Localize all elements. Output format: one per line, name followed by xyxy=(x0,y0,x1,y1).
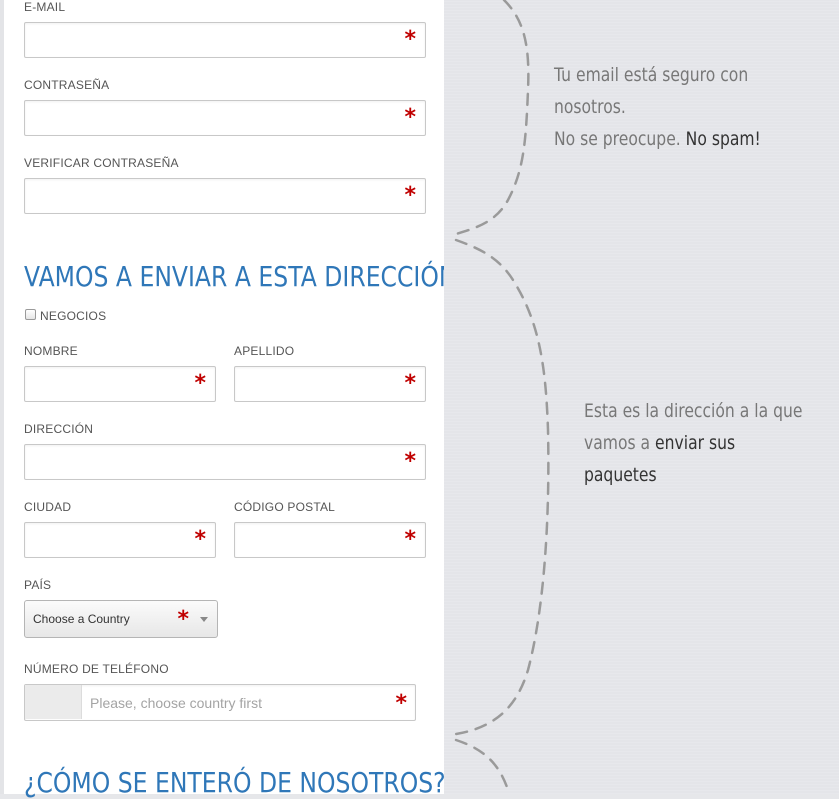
country-select-value: Choose a Country xyxy=(33,612,130,626)
country-flag-selector[interactable] xyxy=(25,685,82,719)
registration-form-panel: E-MAIL * CONTRASEÑA * VERIFICAR CONTRASE… xyxy=(4,0,456,799)
city-label: CIUDAD xyxy=(24,500,72,514)
first-name-label: NOMBRE xyxy=(24,344,78,358)
required-asterisk: * xyxy=(194,527,206,552)
address-note-line1: Esta es la dirección a la que xyxy=(584,400,803,422)
email-note-line3-text: No se preocupe. xyxy=(554,128,686,150)
phone-placeholder: Please, choose country first xyxy=(90,695,262,711)
business-checkbox-label: NEGOCIOS xyxy=(40,309,107,323)
country-label: PAÍS xyxy=(24,578,52,592)
address-label: DIRECCIÓN xyxy=(24,422,94,436)
email-safety-note: Tu email está seguro con nosotros. No se… xyxy=(554,59,761,155)
phone-label: NÚMERO DE TELÉFONO xyxy=(24,662,169,676)
business-checkbox[interactable] xyxy=(25,309,36,320)
no-spam-text: No spam! xyxy=(685,128,761,150)
required-asterisk: * xyxy=(395,691,407,716)
password-label: CONTRASEÑA xyxy=(24,78,110,92)
verify-password-label: VERIFICAR CONTRASEÑA xyxy=(24,156,179,170)
required-asterisk: * xyxy=(404,27,416,52)
required-asterisk: * xyxy=(177,607,189,632)
dropdown-arrow-icon xyxy=(200,617,208,622)
postal-code-label: CÓDIGO POSTAL xyxy=(234,500,336,514)
last-name-label: APELLIDO xyxy=(234,344,295,358)
last-name-input[interactable]: * xyxy=(234,366,426,402)
required-asterisk: * xyxy=(404,183,416,208)
address-note-line2-strong: enviar sus xyxy=(655,432,736,454)
password-input[interactable]: * xyxy=(24,100,426,136)
required-asterisk: * xyxy=(194,371,206,396)
postal-code-input[interactable]: * xyxy=(234,522,426,558)
email-note-line3: No se preocupe. No spam! xyxy=(554,123,761,155)
shipping-section-title: VAMOS A ENVIAR A ESTA DIRECCIÓN xyxy=(24,260,457,293)
address-info-note: Esta es la dirección a la que vamos a en… xyxy=(584,395,802,491)
required-asterisk: * xyxy=(404,371,416,396)
email-label: E-MAIL xyxy=(24,0,66,14)
address-note-line2-text: vamos a xyxy=(584,432,656,454)
referral-section-title: ¿CÓMO SE ENTERÓ DE NOSOTROS? xyxy=(24,766,446,799)
first-name-input[interactable]: * xyxy=(24,366,216,402)
address-note-line2: vamos a enviar sus xyxy=(584,427,802,459)
city-input[interactable]: * xyxy=(24,522,216,558)
info-side-panel: Tu email está seguro con nosotros. No se… xyxy=(444,0,839,794)
required-asterisk: * xyxy=(404,527,416,552)
email-note-line1: Tu email está seguro con xyxy=(554,64,749,86)
address-note-line3: paquetes xyxy=(584,464,657,486)
verify-password-input[interactable]: * xyxy=(24,178,426,214)
address-input[interactable]: * xyxy=(24,444,426,480)
email-input[interactable]: * xyxy=(24,22,426,58)
required-asterisk: * xyxy=(404,449,416,474)
country-select[interactable]: Choose a Country * xyxy=(24,600,218,638)
required-asterisk: * xyxy=(404,105,416,130)
phone-input[interactable]: Please, choose country first * xyxy=(24,684,416,721)
email-note-line2: nosotros. xyxy=(554,96,626,118)
